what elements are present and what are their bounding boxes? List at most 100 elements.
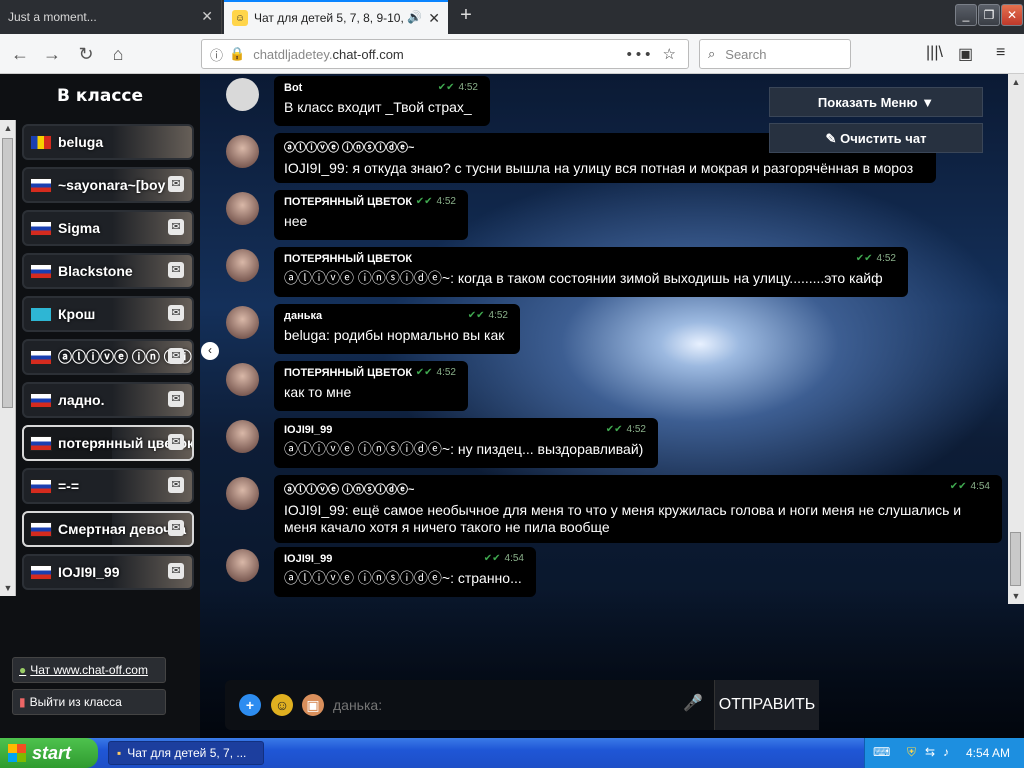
scroll-thumb[interactable] [1010, 532, 1021, 586]
clear-chat-label: Очистить чат [840, 131, 927, 146]
scroll-down-icon[interactable]: ▼ [1008, 588, 1024, 604]
minimize-button[interactable]: _ [955, 4, 977, 26]
user-list-item[interactable]: =-= ✉ [22, 468, 194, 504]
system-tray: ⌨ ⛨ ⇆ ♪ 4:54 AM [864, 738, 1024, 768]
show-menu-button[interactable]: Показать Меню ▼ [769, 87, 983, 117]
clear-chat-button[interactable]: ✎ Очистить чат [769, 123, 983, 153]
start-label: start [32, 742, 72, 763]
country-flag-icon [30, 306, 52, 322]
start-button[interactable]: start [0, 738, 98, 768]
user-list-item[interactable]: Смертная девочка ✉ [22, 511, 194, 547]
clock: 4:54 AM [965, 746, 1010, 760]
chat-scrollbar[interactable]: ▲ ▼ [1008, 74, 1024, 604]
taskbar-window-button[interactable]: ▪ Чат для детей 5, 7, ... [108, 741, 264, 765]
author-avatar[interactable] [226, 363, 259, 396]
back-icon[interactable]: ← [8, 42, 32, 66]
attach-plus-icon[interactable]: + [239, 694, 261, 716]
author-avatar[interactable] [226, 192, 259, 225]
keyboard-icon[interactable]: ⌨ [873, 745, 890, 759]
user-list-item[interactable]: Крош ✉ [22, 296, 194, 332]
private-message-icon[interactable]: ✉ [168, 219, 184, 235]
private-message-icon[interactable]: ✉ [168, 391, 184, 407]
author-avatar[interactable] [226, 477, 259, 510]
microphone-icon[interactable]: 🎤 [683, 693, 703, 713]
message-bubble: ПОТЕРЯННЫЙ ЦВЕТОК ✔✔ 4:52 нее [274, 190, 468, 240]
user-list-item[interactable]: ладно. ✉ [22, 382, 194, 418]
private-message-icon[interactable]: ✉ [168, 477, 184, 493]
message-time: ✔✔ 4:54 [483, 553, 524, 564]
country-flag-icon [30, 392, 52, 408]
message-author[interactable]: ⓐⓛⓘⓥⓔ ⓘⓝⓢⓘⓓⓔ~ [284, 481, 992, 497]
country-flag-icon [30, 134, 52, 150]
new-tab-icon[interactable]: + [452, 4, 480, 27]
message-author[interactable]: IOJI9I_99 [284, 424, 648, 436]
url-bar[interactable]: ⓘ 🔒 chatdljadetey. chat-off.com ••• ☆ [201, 39, 689, 69]
private-message-icon[interactable]: ✉ [168, 563, 184, 579]
scroll-up-icon[interactable]: ▲ [1008, 74, 1024, 90]
exit-room-button[interactable]: ▮ Выйти из класса [12, 689, 166, 715]
page-actions-icon[interactable]: ••• ☆ [627, 45, 680, 63]
sidebar-toggle-icon[interactable]: ▣ [958, 44, 973, 64]
user-name: Смертная девочка [58, 521, 186, 537]
network-icon[interactable]: ⇆ [925, 745, 935, 759]
reload-icon[interactable]: ↻ [74, 42, 98, 66]
maximize-button[interactable]: ❐ [978, 4, 1000, 26]
close-window-button[interactable]: ✕ [1001, 4, 1023, 26]
close-tab-icon[interactable]: ✕ [201, 8, 213, 25]
message-input[interactable] [333, 694, 673, 716]
insecure-lock-icon[interactable]: 🔒 [229, 46, 245, 62]
private-message-icon[interactable]: ✉ [168, 348, 184, 364]
author-avatar[interactable] [226, 549, 259, 582]
private-message-icon[interactable]: ✉ [168, 520, 184, 536]
shield-icon[interactable]: ⛨ [907, 745, 916, 760]
private-message-icon[interactable]: ✉ [168, 434, 184, 450]
hamburger-menu-icon[interactable]: ≡ [996, 44, 1005, 62]
info-icon[interactable]: ⓘ [210, 45, 223, 64]
home-icon[interactable]: ⌂ [106, 42, 130, 66]
volume-icon[interactable]: ♪ [943, 745, 949, 759]
message-composer: + ☺ ▣ 🎤 ОТПРАВИТЬ [225, 680, 819, 730]
message-bubble: ПОТЕРЯННЫЙ ЦВЕТОК ✔✔ 4:52 ⓐⓛⓘⓥⓔ ⓘⓝⓢⓘⓓⓔ~: ко… [274, 247, 908, 297]
author-avatar[interactable] [226, 135, 259, 168]
user-name: beluga [58, 134, 104, 150]
chat-page: В классе ▲ ▼ beluga ~sayonara~[boy ✉ Sigma ✉… [0, 74, 1024, 738]
private-message-icon[interactable]: ✉ [168, 262, 184, 278]
forward-icon[interactable]: → [40, 42, 64, 66]
message-time: ✔✔ 4:52 [437, 82, 478, 93]
navigation-bar: ← → ↻ ⌂ ⓘ 🔒 chatdljadetey. chat-off.com •… [0, 34, 1024, 74]
user-name: Blackstone [58, 263, 133, 279]
message-text: beluga: родибы нормально вы как [284, 327, 505, 343]
user-list-item[interactable]: IOJI9I_99 ✉ [22, 554, 194, 590]
user-list-item[interactable]: ~sayonara~[boy ✉ [22, 167, 194, 203]
author-avatar[interactable] [226, 78, 259, 111]
user-list-item[interactable]: Sigma ✉ [22, 210, 194, 246]
tab-just-a-moment[interactable]: Just a moment... ✕ [0, 0, 222, 34]
message-text: нее [284, 213, 308, 229]
message-text: ⓐⓛⓘⓥⓔ ⓘⓝⓢⓘⓓⓔ~: странно... [284, 570, 522, 586]
tab-chat-active[interactable]: ☺ Чат для детей 5, 7, 8, 9-10, 🔊 ✕ [224, 0, 448, 34]
library-icon[interactable]: |||\ [926, 44, 943, 62]
close-tab-icon[interactable]: ✕ [428, 10, 440, 27]
user-list-item[interactable]: Blackstone ✉ [22, 253, 194, 289]
read-check-icon: ✔✔ [949, 481, 967, 492]
author-avatar[interactable] [226, 249, 259, 282]
gift-icon[interactable]: ▣ [302, 694, 324, 716]
message-time: ✔✔ 4:52 [415, 367, 456, 378]
private-message-icon[interactable]: ✉ [168, 176, 184, 192]
message-author[interactable]: ПОТЕРЯННЫЙ ЦВЕТОК [284, 253, 898, 265]
user-list-item[interactable]: ⓐⓛⓘⓥⓔ ⓘⓝ ⓢⓘ ✉ [22, 339, 194, 375]
chat-home-link[interactable]: ● Чат www.chat-off.com [12, 657, 166, 683]
author-avatar[interactable] [226, 420, 259, 453]
eraser-icon: ✎ [825, 131, 837, 146]
user-list-item[interactable]: потерянный цветок ✉ [22, 425, 194, 461]
exit-room-label: Выйти из класса [29, 695, 122, 709]
emoji-icon[interactable]: ☺ [271, 694, 293, 716]
send-button[interactable]: ОТПРАВИТЬ [714, 680, 819, 730]
country-flag-icon [30, 177, 52, 193]
author-avatar[interactable] [226, 306, 259, 339]
search-input[interactable]: ⌕ Search [699, 39, 851, 69]
read-check-icon: ✔✔ [605, 424, 623, 435]
user-list-item[interactable]: beluga [22, 124, 194, 160]
speaker-icon[interactable]: 🔊 [407, 10, 422, 24]
private-message-icon[interactable]: ✉ [168, 305, 184, 321]
